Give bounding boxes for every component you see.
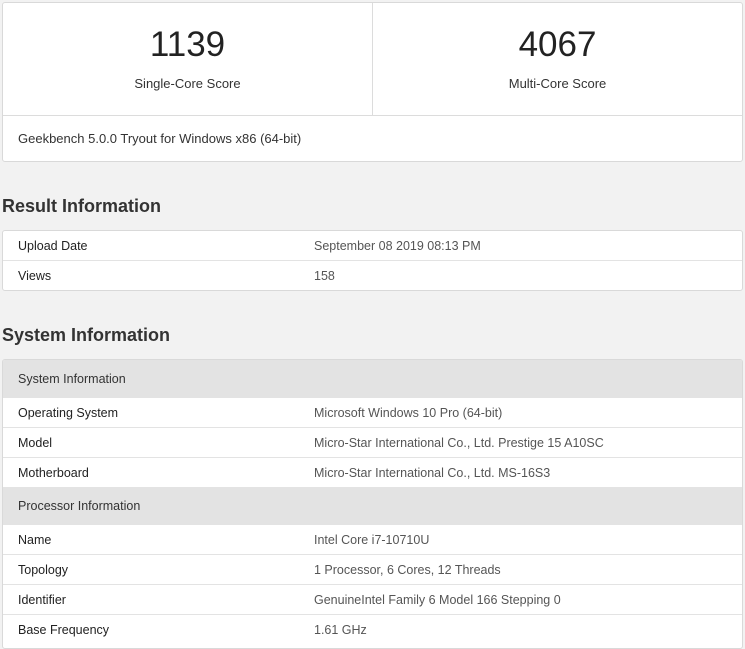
group-heading: System Information (3, 360, 742, 398)
table-row: Name Intel Core i7-10710U (3, 524, 742, 555)
table-row: Topology 1 Processor, 6 Cores, 12 Thread… (3, 554, 742, 585)
row-value: Micro-Star International Co., Ltd. MS-16… (299, 457, 742, 487)
group-header-processor: Processor Information (3, 487, 742, 525)
system-information-table: System Information Operating System Micr… (3, 360, 742, 644)
row-key: Views (3, 260, 299, 290)
single-core-score-cell: 1139 Single-Core Score (3, 3, 372, 115)
row-value: Micro-Star International Co., Ltd. Prest… (299, 427, 742, 458)
table-row: Motherboard Micro-Star International Co.… (3, 457, 742, 487)
table-row: Model Micro-Star International Co., Ltd.… (3, 427, 742, 458)
result-information-table: Upload Date September 08 2019 08:13 PM V… (3, 231, 742, 290)
row-value: GenuineIntel Family 6 Model 166 Stepping… (299, 584, 742, 615)
row-value: Microsoft Windows 10 Pro (64-bit) (299, 397, 742, 428)
row-value: 1 Processor, 6 Cores, 12 Threads (299, 554, 742, 585)
table-row: Views 158 (3, 260, 742, 290)
row-key: Topology (3, 554, 299, 585)
row-key: Model (3, 427, 299, 458)
score-row: 1139 Single-Core Score 4067 Multi-Core S… (3, 3, 742, 116)
row-key: Name (3, 524, 299, 555)
row-key: Motherboard (3, 457, 299, 487)
group-header-system: System Information (3, 360, 742, 398)
multi-core-score-label: Multi-Core Score (508, 76, 607, 91)
table-row: Operating System Microsoft Windows 10 Pr… (3, 397, 742, 428)
single-core-score-value: 1139 (149, 25, 226, 64)
row-key: Operating System (3, 397, 299, 428)
row-value: Intel Core i7-10710U (299, 524, 742, 555)
table-row: Upload Date September 08 2019 08:13 PM (3, 231, 742, 261)
table-row: Identifier GenuineIntel Family 6 Model 1… (3, 584, 742, 615)
row-key: Upload Date (18, 238, 88, 253)
multi-core-score-value: 4067 (518, 25, 597, 64)
score-card: 1139 Single-Core Score 4067 Multi-Core S… (2, 2, 743, 162)
result-information-card: Upload Date September 08 2019 08:13 PM V… (2, 230, 743, 291)
row-value: September 08 2019 08:13 PM (314, 238, 481, 253)
multi-core-score-cell: 4067 Multi-Core Score (372, 3, 742, 115)
row-key: Identifier (3, 584, 299, 615)
row-value: 158 (299, 260, 742, 290)
system-information-card: System Information Operating System Micr… (2, 359, 743, 649)
result-information-title: Result Information (2, 196, 162, 216)
single-core-score-label: Single-Core Score (134, 76, 241, 91)
system-information-title: System Information (2, 325, 171, 345)
benchmark-version: Geekbench 5.0.0 Tryout for Windows x86 (… (18, 131, 302, 146)
group-heading: Processor Information (3, 487, 742, 525)
